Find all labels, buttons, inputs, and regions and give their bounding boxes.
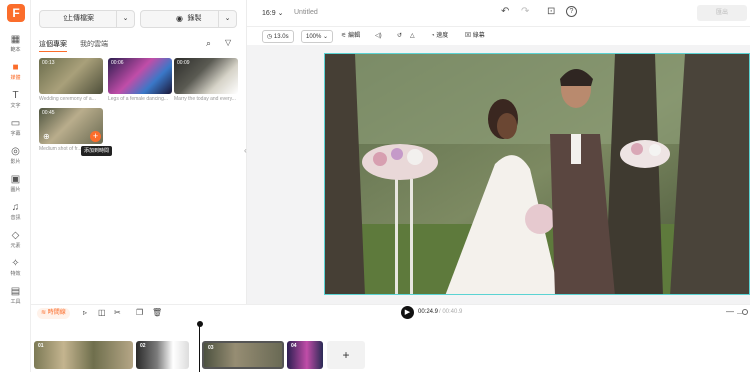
rotate-icon[interactable]: ↺ (397, 30, 402, 43)
timeline-clip[interactable]: 01 (34, 341, 133, 369)
left-rail: F ▦ 範本 ■ 媒體 T 文字 ▭ 字幕 ◎ 影片 ▣ 圖片 ♫ 音訊 ◇ 元素 ✧ 特效 ▤ 工… (0, 0, 31, 372)
app-logo[interactable]: F (7, 4, 25, 22)
zoom-select[interactable]: 100% ⌄ (301, 30, 334, 43)
media-panel: ⇪ 上傳檔案 ⌄ ◉ 錄製 ⌄ 這個專案 我的雲端 ⌕ ▽ 00:13 Wedd… (31, 0, 247, 304)
speed-icon: ◔ (431, 33, 435, 39)
text-icon: T (12, 90, 19, 101)
upload-button[interactable]: ⇪ 上傳檔案 ⌄ (39, 10, 135, 28)
timeline-clip-selected[interactable]: 03 (202, 341, 284, 369)
sliders-icon: ⚟ (341, 33, 347, 39)
search-icon[interactable]: ⌕ (206, 38, 211, 49)
undo-icon[interactable]: ↶ (501, 6, 509, 17)
green-screen-icon: ⊠ (465, 33, 472, 39)
timeline-clip[interactable]: 04 (287, 341, 323, 369)
video-icon: ◎ (11, 146, 20, 157)
record-button[interactable]: ◉ 錄製 ⌄ (140, 10, 237, 28)
volume-icon[interactable]: ◁) (375, 30, 382, 43)
rail-item-effects[interactable]: ✧ 特效 (0, 258, 31, 277)
timeline-button[interactable]: ≋ 時間線 (37, 308, 70, 319)
flip-icon[interactable]: △ (410, 30, 415, 43)
video-preview[interactable] (324, 53, 750, 295)
speed-button[interactable]: ◔ 速度 (431, 30, 448, 43)
duplicate-icon[interactable]: ❐ (136, 308, 143, 317)
image-icon: ▣ (10, 174, 21, 185)
media-icon: ■ (12, 62, 19, 73)
rail-item-videos[interactable]: ◎ 影片 (0, 146, 31, 165)
rail-item-subtitles[interactable]: ▭ 字幕 (0, 118, 31, 137)
current-time: 00:24.9 (418, 309, 439, 315)
edit-button[interactable]: ⚟ 編輯 (341, 30, 360, 43)
rail-item-media[interactable]: ■ 媒體 (0, 62, 31, 81)
effects-icon: ✧ (11, 258, 20, 269)
tools-icon: ▤ (10, 286, 21, 297)
zoom-out-icon[interactable]: — (726, 307, 734, 316)
scissors-icon[interactable]: ✂ (114, 308, 121, 317)
delete-icon[interactable]: 🗑 (152, 308, 162, 317)
media-item[interactable]: 00:06 (108, 58, 172, 94)
rail-item-audio[interactable]: ♫ 音訊 (0, 202, 31, 221)
rail-item-images[interactable]: ▣ 圖片 (0, 174, 31, 193)
export-button[interactable]: 匯出 (697, 5, 747, 21)
project-title[interactable]: Untitled (294, 9, 318, 16)
wedding-scene-image (325, 54, 749, 294)
play-clip-icon[interactable]: ▹ (83, 308, 87, 317)
rail-item-templates[interactable]: ▦ 範本 (0, 34, 31, 53)
redo-icon[interactable]: ↷ (521, 6, 529, 17)
record-icon: ◉ (176, 14, 183, 23)
zoom-slider-handle[interactable] (742, 309, 748, 315)
aspect-ratio-select[interactable]: 16:9 ⌄ (262, 9, 283, 17)
timeline-clip[interactable]: 02 (136, 341, 189, 369)
chevron-down-icon[interactable]: ⌄ (116, 11, 134, 27)
snapshot-icon[interactable]: ⊡ (547, 6, 555, 17)
split-icon[interactable]: ◫ (98, 308, 106, 317)
rail-item-text[interactable]: T 文字 (0, 90, 31, 109)
top-bar: 16:9 ⌄ Untitled ↶ ↷ ⊡ ? 匯出 (247, 0, 750, 27)
playhead-handle[interactable] (197, 321, 203, 327)
preview-icon[interactable]: ⊕ (43, 132, 50, 141)
rail-item-elements[interactable]: ◇ 元素 (0, 230, 31, 249)
green-screen-button[interactable]: ⊠ 綠幕 (465, 30, 485, 43)
playhead[interactable] (199, 325, 200, 372)
add-to-timeline-button[interactable]: + (90, 131, 101, 142)
tab-this-project[interactable]: 這個專案 (39, 39, 67, 52)
upload-icon: ⇪ (62, 14, 69, 23)
media-item[interactable]: 00:09 (174, 58, 238, 94)
duration-button[interactable]: ◷ 13.0s (262, 30, 294, 43)
media-item[interactable]: 00:45 ⊕ + (39, 108, 103, 144)
tab-my-cloud[interactable]: 我的雲端 (80, 39, 108, 49)
play-button[interactable]: ▶ (401, 306, 414, 319)
timeline-controls: ≋ 時間線 ▹ ◫ ✂ ❐ 🗑 ▶ 00:24.9 / 00:40.9 — (31, 304, 750, 321)
subtitle-icon: ▭ (10, 118, 21, 129)
chevron-down-icon[interactable]: ⌄ (218, 11, 236, 27)
media-item[interactable]: 00:13 (39, 58, 103, 94)
help-icon[interactable]: ? (566, 6, 577, 17)
tooltip: 添加到時間 (81, 146, 113, 156)
editor-toolbar: ◷ 13.0s 100% ⌄ ⚟ 編輯 ◁) ↺ △ ◔ 速度 ⊠ 綠幕 (247, 27, 750, 45)
filter-icon[interactable]: ▽ (225, 38, 231, 47)
total-time: / 00:40.9 (439, 309, 463, 315)
template-icon: ▦ (10, 34, 21, 45)
music-icon: ♫ (11, 202, 20, 213)
add-clip-button[interactable]: + (327, 341, 365, 369)
timeline-track: 01 02 03 04 + (31, 321, 750, 372)
elements-icon: ◇ (11, 230, 20, 241)
rail-item-tools[interactable]: ▤ 工具 (0, 286, 31, 305)
